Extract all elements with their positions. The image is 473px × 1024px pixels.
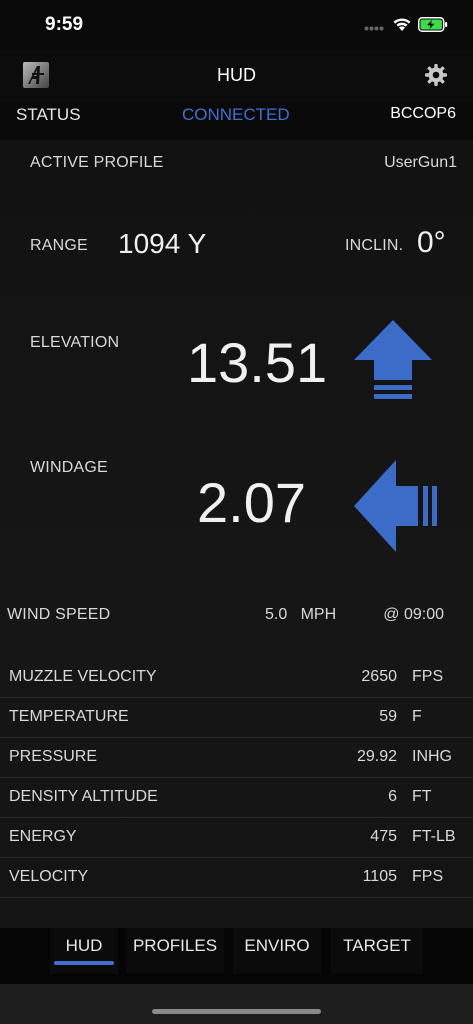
- wind-direction-value: @ 09:00: [383, 606, 444, 623]
- row-value: 29.92: [356, 748, 397, 765]
- home-indicator[interactable]: [152, 1009, 321, 1014]
- bottom-safe-area: [0, 984, 473, 1024]
- ballistics-table: MUZZLE VELOCITY 2650 FPS TEMPERATURE 59 …: [0, 658, 473, 898]
- row-value: 59: [379, 708, 397, 725]
- active-profile-label: ACTIVE PROFILE: [30, 154, 164, 171]
- row-unit: FPS: [412, 868, 444, 885]
- row-value: 2650: [361, 668, 397, 685]
- status-label: STATUS: [16, 105, 81, 124]
- row-label: MUZZLE VELOCITY: [9, 668, 157, 685]
- inclination-label: INCLIN.: [345, 237, 404, 254]
- row-label: TEMPERATURE: [9, 708, 129, 725]
- wind-speed-label: WIND SPEED: [7, 606, 111, 623]
- table-row: ENERGY 475 FT-LB: [0, 818, 473, 858]
- range-value: 1094 Y: [118, 228, 207, 259]
- table-row: VELOCITY 1105 FPS: [0, 858, 473, 898]
- range-label: RANGE: [30, 237, 88, 254]
- tab-enviro[interactable]: ENVIRO: [233, 928, 321, 974]
- row-unit: INHG: [412, 748, 452, 765]
- elevation-label: ELEVATION: [30, 334, 120, 351]
- row-label: ENERGY: [9, 828, 77, 845]
- tab-hud[interactable]: HUD: [50, 928, 118, 974]
- table-row: TEMPERATURE 59 F: [0, 698, 473, 738]
- row-value: 6: [388, 788, 397, 805]
- row-value: 475: [370, 828, 397, 845]
- row-unit: F: [412, 708, 422, 725]
- inclination-value: 0°: [417, 226, 446, 259]
- gear-icon[interactable]: [424, 63, 448, 87]
- tab-target[interactable]: TARGET: [331, 928, 423, 974]
- status-bar-time: 9:59: [45, 14, 84, 35]
- row-label: VELOCITY: [9, 868, 89, 885]
- connection-status: CONNECTED: [182, 105, 290, 124]
- up-arrow-icon: [354, 320, 432, 399]
- tab-profiles[interactable]: PROFILES: [126, 928, 224, 974]
- wifi-icon: [393, 18, 411, 31]
- page-title: HUD: [217, 65, 256, 85]
- row-unit: FT-LB: [412, 828, 456, 845]
- wind-speed-value: 5.0 MPH: [265, 606, 337, 623]
- row-unit: FPS: [412, 668, 444, 685]
- table-row: MUZZLE VELOCITY 2650 FPS: [0, 658, 473, 698]
- cellular-signal-icon: [364, 26, 384, 31]
- elevation-value: 13.51: [187, 331, 328, 394]
- row-label: PRESSURE: [9, 748, 98, 765]
- hud-screen: 9:59 HUD STATUS CONNECTED BCCOP6 ACTIVE …: [0, 0, 473, 1024]
- windage-label: WINDAGE: [30, 459, 108, 476]
- table-row: PRESSURE 29.92 INHG: [0, 738, 473, 778]
- row-value: 1105: [362, 868, 397, 885]
- row-label: DENSITY ALTITUDE: [9, 788, 158, 805]
- left-arrow-icon: [354, 460, 437, 552]
- row-unit: FT: [412, 788, 432, 805]
- device-name: BCCOP6: [390, 105, 456, 122]
- table-row: DENSITY ALTITUDE 6 FT: [0, 778, 473, 818]
- battery-charging-icon: [418, 17, 448, 32]
- windage-value: 2.07: [197, 471, 306, 534]
- active-profile-value[interactable]: UserGun1: [384, 154, 457, 172]
